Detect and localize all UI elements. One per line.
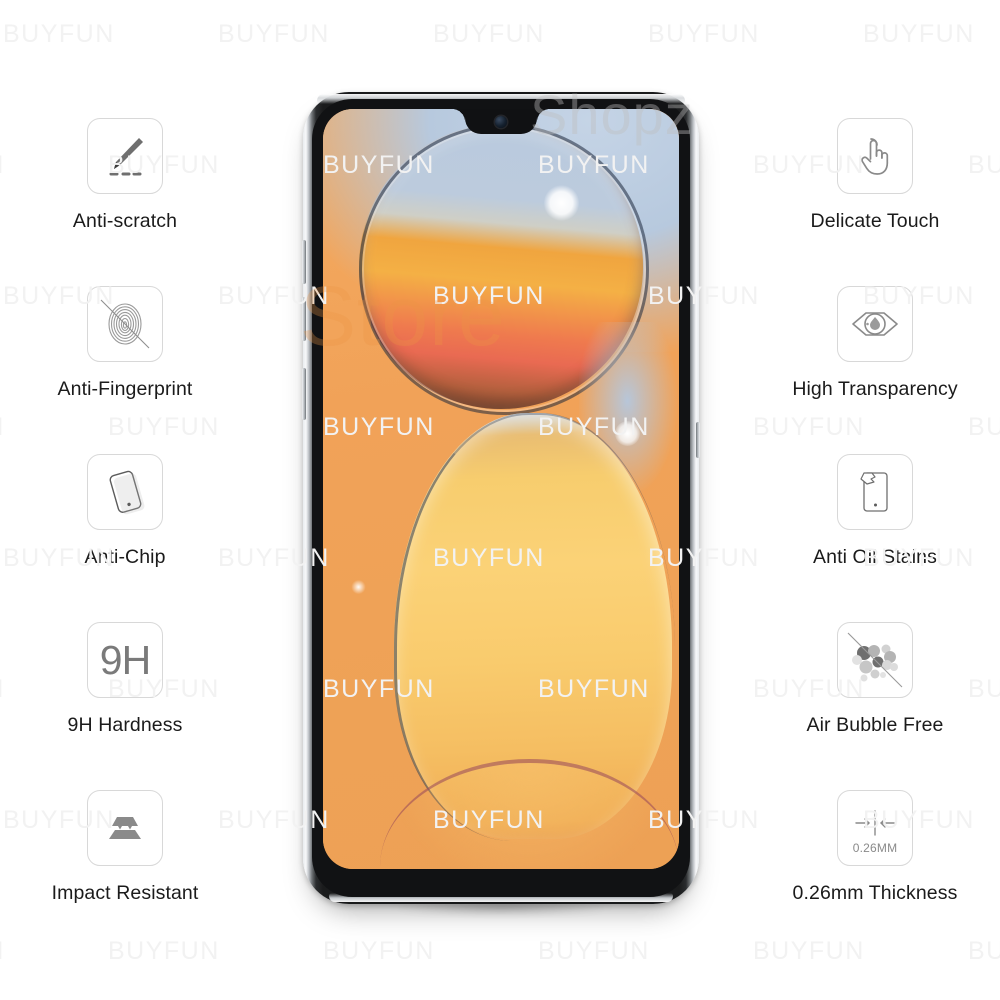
smartphone-illustration xyxy=(302,92,700,920)
power-button[interactable] xyxy=(302,368,306,420)
layered-plates-icon xyxy=(87,790,163,866)
watermark-text: BUYFUN xyxy=(753,413,865,441)
wallpaper-bubble-bottom-highlight xyxy=(614,420,640,446)
feature-label: 9H Hardness xyxy=(67,714,183,736)
watermark-text: BUYFUN xyxy=(648,20,760,48)
watermark-text: BUYFUN xyxy=(538,937,650,965)
oil-stain-phone-icon xyxy=(837,454,913,530)
feature-label: Anti-Fingerprint xyxy=(57,378,193,400)
bubbles-crossed-icon xyxy=(837,622,913,698)
waterdrop-notch xyxy=(465,109,537,134)
feature-impact-resistant: Impact Resistant xyxy=(0,790,250,905)
tilted-phone-icon xyxy=(87,454,163,530)
feature-label: 0.26mm Thickness xyxy=(792,882,958,904)
watermark-text: BUYFUN xyxy=(433,20,545,48)
touch-hand-icon xyxy=(837,118,913,194)
feature-air-bubble-free: Air Bubble Free xyxy=(750,622,1000,737)
volume-down-button[interactable] xyxy=(302,297,306,341)
phone-screen xyxy=(323,109,679,869)
front-camera-icon xyxy=(495,116,507,128)
feature-9h-hardness: 9H 9H Hardness xyxy=(0,622,250,737)
fingerprint-icon xyxy=(87,286,163,362)
9h-hardness-icon: 9H xyxy=(87,622,163,698)
feature-anti-scratch: Anti-scratch xyxy=(0,118,250,233)
watermark-text: BUYFUN xyxy=(108,937,220,965)
sim-tray xyxy=(696,422,700,458)
watermark-text: BUYFUN xyxy=(0,937,5,966)
feature-anti-fingerprint: Anti-Fingerprint xyxy=(0,286,250,401)
watermark-text: BUYFUN xyxy=(108,413,220,441)
feature-label: Delicate Touch xyxy=(810,210,940,232)
feature-label: Air Bubble Free xyxy=(806,714,944,736)
infographic-canvas: Anti-scratch Anti-Fingerprint Anti-Chip … xyxy=(0,0,1000,1000)
feature-label: Anti-scratch xyxy=(72,210,178,232)
eye-icon xyxy=(837,286,913,362)
feature-anti-oil-stains: Anti Oil Stains xyxy=(750,454,1000,569)
watermark-text: BUYFUN xyxy=(323,937,435,965)
watermark-text: BUYFUN xyxy=(968,937,1000,965)
volume-up-button[interactable] xyxy=(302,240,306,284)
9h-hardness-icon-text: 9H xyxy=(99,636,151,683)
feature-label: Anti-Chip xyxy=(84,546,166,568)
watermark-text: BUYFUN xyxy=(0,413,5,442)
watermark-text: BUYFUN xyxy=(3,20,115,48)
feature-anti-chip: Anti-Chip xyxy=(0,454,250,569)
feature-label: High Transparency xyxy=(792,378,958,400)
feature-label: Impact Resistant xyxy=(51,882,199,904)
feature-delicate-touch: Delicate Touch xyxy=(750,118,1000,233)
wallpaper-small-gloss xyxy=(351,580,366,595)
feature-thickness: 0.26MM 0.26mm Thickness xyxy=(750,790,1000,905)
feature-label: Anti Oil Stains xyxy=(813,546,937,568)
watermark-text: BUYFUN xyxy=(863,20,975,48)
thickness-icon-text: 0.26MM xyxy=(852,840,898,855)
feature-high-transparency: High Transparency xyxy=(750,286,1000,401)
watermark-text: BUYFUN xyxy=(218,20,330,48)
wallpaper-bubble-gloss xyxy=(543,185,580,221)
watermark-text: BUYFUN xyxy=(753,937,865,965)
thickness-arrows-icon: 0.26MM xyxy=(837,790,913,866)
wallpaper xyxy=(323,109,679,869)
pencil-scratch-icon xyxy=(87,118,163,194)
watermark-text: BUYFUN xyxy=(968,413,1000,441)
